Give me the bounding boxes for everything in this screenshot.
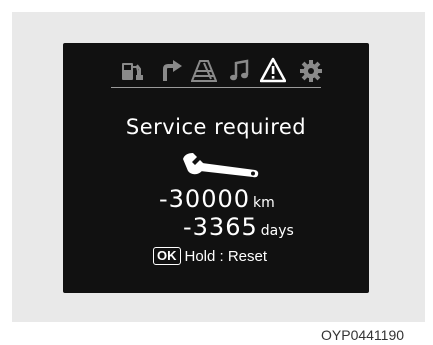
- wrench-icon: [181, 151, 261, 181]
- music-note-icon: [227, 57, 253, 83]
- service-required-title: Service required: [125, 115, 307, 139]
- mode-icon-bar: [63, 57, 369, 85]
- cluster-lcd-screen: Service required -30000 km -3365 days OK Ho…: [63, 43, 369, 293]
- ok-button-icon: OK: [153, 247, 181, 265]
- gear-settings-icon: [298, 57, 324, 83]
- icon-bar-divider: [111, 87, 321, 88]
- turn-navigation-icon: [158, 57, 184, 83]
- time-value: -3365: [183, 213, 258, 241]
- time-readout: -3365 days: [183, 213, 294, 241]
- reset-text: Hold : Reset: [184, 248, 268, 265]
- warning-triangle-icon: [260, 57, 286, 83]
- distance-value: -30000: [159, 185, 251, 213]
- trip-computer-icon: [119, 57, 145, 83]
- reset-instruction: OK Hold : Reset: [153, 247, 267, 265]
- figure-code: OYP0441190: [321, 327, 405, 343]
- lane-road-icon: [191, 57, 217, 83]
- distance-unit: km: [253, 195, 275, 211]
- distance-readout: -30000 km: [159, 185, 275, 213]
- time-unit: days: [260, 223, 294, 239]
